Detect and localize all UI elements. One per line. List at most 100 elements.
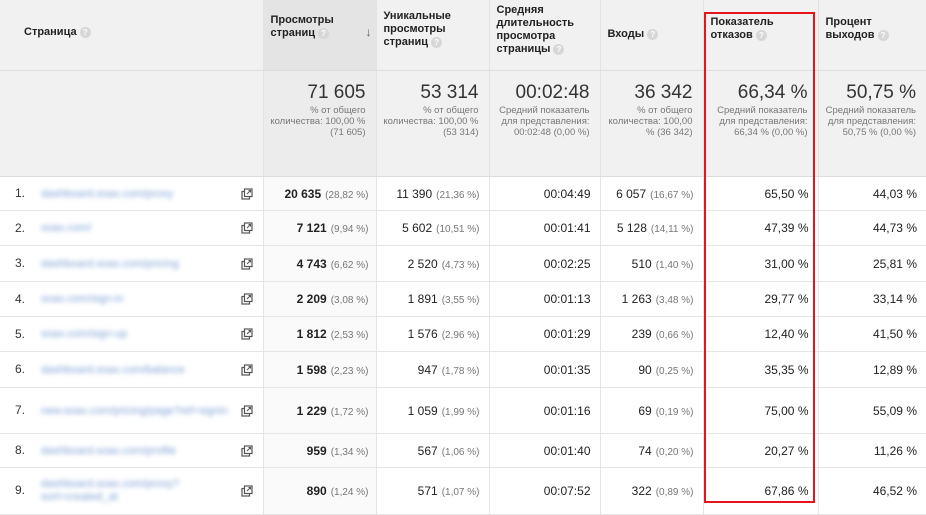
open-in-new-icon[interactable]: [240, 187, 253, 200]
exit-rate-value: 12,89 %: [872, 362, 917, 377]
open-in-new-icon[interactable]: [240, 328, 253, 340]
unique-views-percent: (10,51 %): [436, 224, 480, 235]
table-row[interactable]: 8. dashboard.soax.com/profile 959 (1,34 %) 5…: [0, 433, 926, 468]
unique-views-value: 11 390: [396, 186, 433, 201]
summary-views: 71 605% от общего количества: 100,00 % (…: [263, 70, 377, 177]
page-cell: 4. soax.com/sign-in: [0, 281, 264, 317]
entrances-cell: 510 (1,40 %): [600, 245, 704, 282]
bounce-rate-value: 31,00 %: [764, 256, 809, 271]
bounce-rate-cell: 65,50 %: [703, 176, 819, 211]
entrances-cell: 322 (0,89 %): [600, 467, 704, 515]
bounce-rate-cell: 75,00 %: [703, 387, 819, 434]
help-icon[interactable]: ?: [877, 29, 889, 41]
column-header-views[interactable]: Просмотры страниц ? ↓: [263, 0, 377, 71]
summary-note: Средний показатель для представления: 50…: [825, 105, 916, 138]
page-url-link[interactable]: dashboard.soax.com/pricing: [41, 258, 179, 271]
column-header-avg-time[interactable]: Средняя длительность просмотра страницы …: [489, 0, 601, 71]
unique-views-cell: 1 576 (2,96 %): [376, 316, 490, 352]
row-number: 2.: [15, 220, 26, 235]
summary-value: 00:02:48: [515, 82, 590, 103]
avg-time-value: 00:01:29: [543, 327, 591, 341]
entrances-percent: (0,25 %): [655, 365, 694, 377]
unique-views-value: 947: [417, 362, 438, 377]
avg-time-cell: 00:01:16: [489, 387, 601, 434]
exit-rate-cell: 33,14 %: [818, 281, 926, 317]
views-percent: (3,08 %): [330, 295, 369, 306]
unique-views-percent: (1,78 %): [441, 365, 480, 377]
views-cell: 7 121 (9,94 %): [263, 210, 377, 246]
column-header-unique-views[interactable]: Уникальные просмотры страниц ?: [376, 0, 490, 71]
views-cell: 1 229 (1,72 %): [263, 387, 377, 434]
help-icon[interactable]: ?: [553, 43, 565, 55]
views-percent: (6,62 %): [330, 259, 369, 271]
row-number: 6.: [15, 362, 26, 377]
views-cell: 2 209 (3,08 %): [263, 281, 377, 317]
column-header-entrances[interactable]: Входы ?: [600, 0, 704, 71]
unique-views-percent: (2,96 %): [441, 330, 480, 341]
table-row[interactable]: 2. soax.com/7 121 (9,94 %) 5 602 (10,51 %) 00…: [0, 210, 926, 246]
open-in-new-icon[interactable]: [240, 257, 253, 270]
views-value: 1 229: [296, 403, 327, 418]
views-percent: (1,34 %): [330, 446, 369, 458]
summary-note: Средний показатель для представления: 66…: [717, 105, 808, 138]
page-url-link[interactable]: new.soax.com/pricing/page?ref=signin: [41, 405, 241, 418]
table-row[interactable]: 1. dashboard.soax.com/proxy 20 635 (28,82 %…: [0, 176, 926, 211]
open-in-new-icon[interactable]: [240, 222, 253, 234]
views-cell: 1 598 (2,23 %): [263, 351, 377, 388]
avg-time-cell: 00:01:35: [489, 351, 601, 388]
page-url-link[interactable]: soax.com/sign-in: [41, 293, 124, 306]
help-icon[interactable]: ?: [431, 36, 443, 48]
table-row[interactable]: 7. new.soax.com/pricing/page?ref=signin 1 …: [0, 387, 926, 434]
unique-views-percent: (1,07 %): [441, 487, 480, 498]
table-row[interactable]: 4. soax.com/sign-in 2 209 (3,08 %) 1 891 (3,5…: [0, 281, 926, 317]
help-icon[interactable]: ?: [318, 27, 330, 39]
help-icon[interactable]: ?: [79, 26, 91, 38]
page-url-link[interactable]: soax.com/: [41, 222, 91, 235]
bounce-rate-value: 35,35 %: [764, 362, 809, 377]
unique-views-cell: 11 390 (21,36 %): [376, 176, 490, 211]
views-value: 2 209: [296, 292, 327, 306]
help-icon[interactable]: ?: [647, 28, 659, 40]
row-number: 7.: [15, 403, 26, 418]
unique-views-value: 1 891: [407, 292, 438, 306]
open-in-new-icon[interactable]: [240, 293, 253, 305]
exit-rate-value: 11,26 %: [873, 443, 917, 458]
avg-time-value: 00:04:49: [543, 186, 591, 201]
open-in-new-icon[interactable]: [240, 404, 253, 417]
column-header-page[interactable]: Страница ?: [0, 0, 264, 71]
page-cell: 5. soax.com/sign-up: [0, 316, 264, 352]
avg-time-value: 00:07:52: [543, 484, 591, 498]
page-url-link[interactable]: dashboard.soax.com/proxy?sort=created_at: [41, 478, 241, 504]
table-row[interactable]: 6. dashboard.soax.com/balance 1 598 (2,23 %…: [0, 351, 926, 388]
avg-time-value: 00:01:40: [543, 443, 591, 458]
page-url-link[interactable]: soax.com/sign-up: [41, 328, 127, 341]
help-icon[interactable]: ?: [755, 29, 767, 41]
table-row[interactable]: 9. dashboard.soax.com/proxy?sort=created_…: [0, 467, 926, 515]
row-number: 4.: [15, 291, 26, 306]
analytics-table: Страница ? Просмотры страниц ? ↓ Уникаль…: [0, 0, 926, 515]
open-in-new-icon[interactable]: [240, 363, 253, 376]
table-row[interactable]: 3. dashboard.soax.com/pricing 4 743 (6,62 %…: [0, 245, 926, 282]
unique-views-value: 5 602: [402, 221, 433, 235]
page-cell: 9. dashboard.soax.com/proxy?sort=created_…: [0, 467, 264, 515]
entrances-value: 74: [638, 443, 652, 458]
unique-views-cell: 1 059 (1,99 %): [376, 387, 490, 434]
exit-rate-value: 46,52 %: [872, 484, 917, 498]
views-value: 1 598: [296, 362, 327, 377]
page-url-link[interactable]: dashboard.soax.com/proxy: [41, 188, 173, 201]
column-header-bounce-rate[interactable]: Показатель отказов ?: [703, 0, 819, 71]
open-in-new-icon[interactable]: [240, 485, 253, 497]
avg-time-value: 00:01:16: [543, 403, 591, 418]
sort-descending-icon[interactable]: ↓: [366, 26, 372, 39]
page-url-link[interactable]: dashboard.soax.com/profile: [41, 445, 176, 458]
column-header-exit-rate[interactable]: Процент выходов ?: [818, 0, 926, 71]
bounce-rate-value: 47,39 %: [764, 221, 809, 235]
unique-views-value: 2 520: [407, 256, 438, 271]
table-row[interactable]: 5. soax.com/sign-up 1 812 (2,53 %) 1 576 (2,9…: [0, 316, 926, 352]
entrances-cell: 1 263 (3,48 %): [600, 281, 704, 317]
page-url-link[interactable]: dashboard.soax.com/balance: [41, 364, 185, 377]
open-in-new-icon[interactable]: [240, 444, 253, 457]
avg-time-value: 00:02:25: [543, 256, 591, 271]
summary-note: % от общего количества: 100,00 % (71 605…: [270, 105, 366, 138]
exit-rate-cell: 25,81 %: [818, 245, 926, 282]
